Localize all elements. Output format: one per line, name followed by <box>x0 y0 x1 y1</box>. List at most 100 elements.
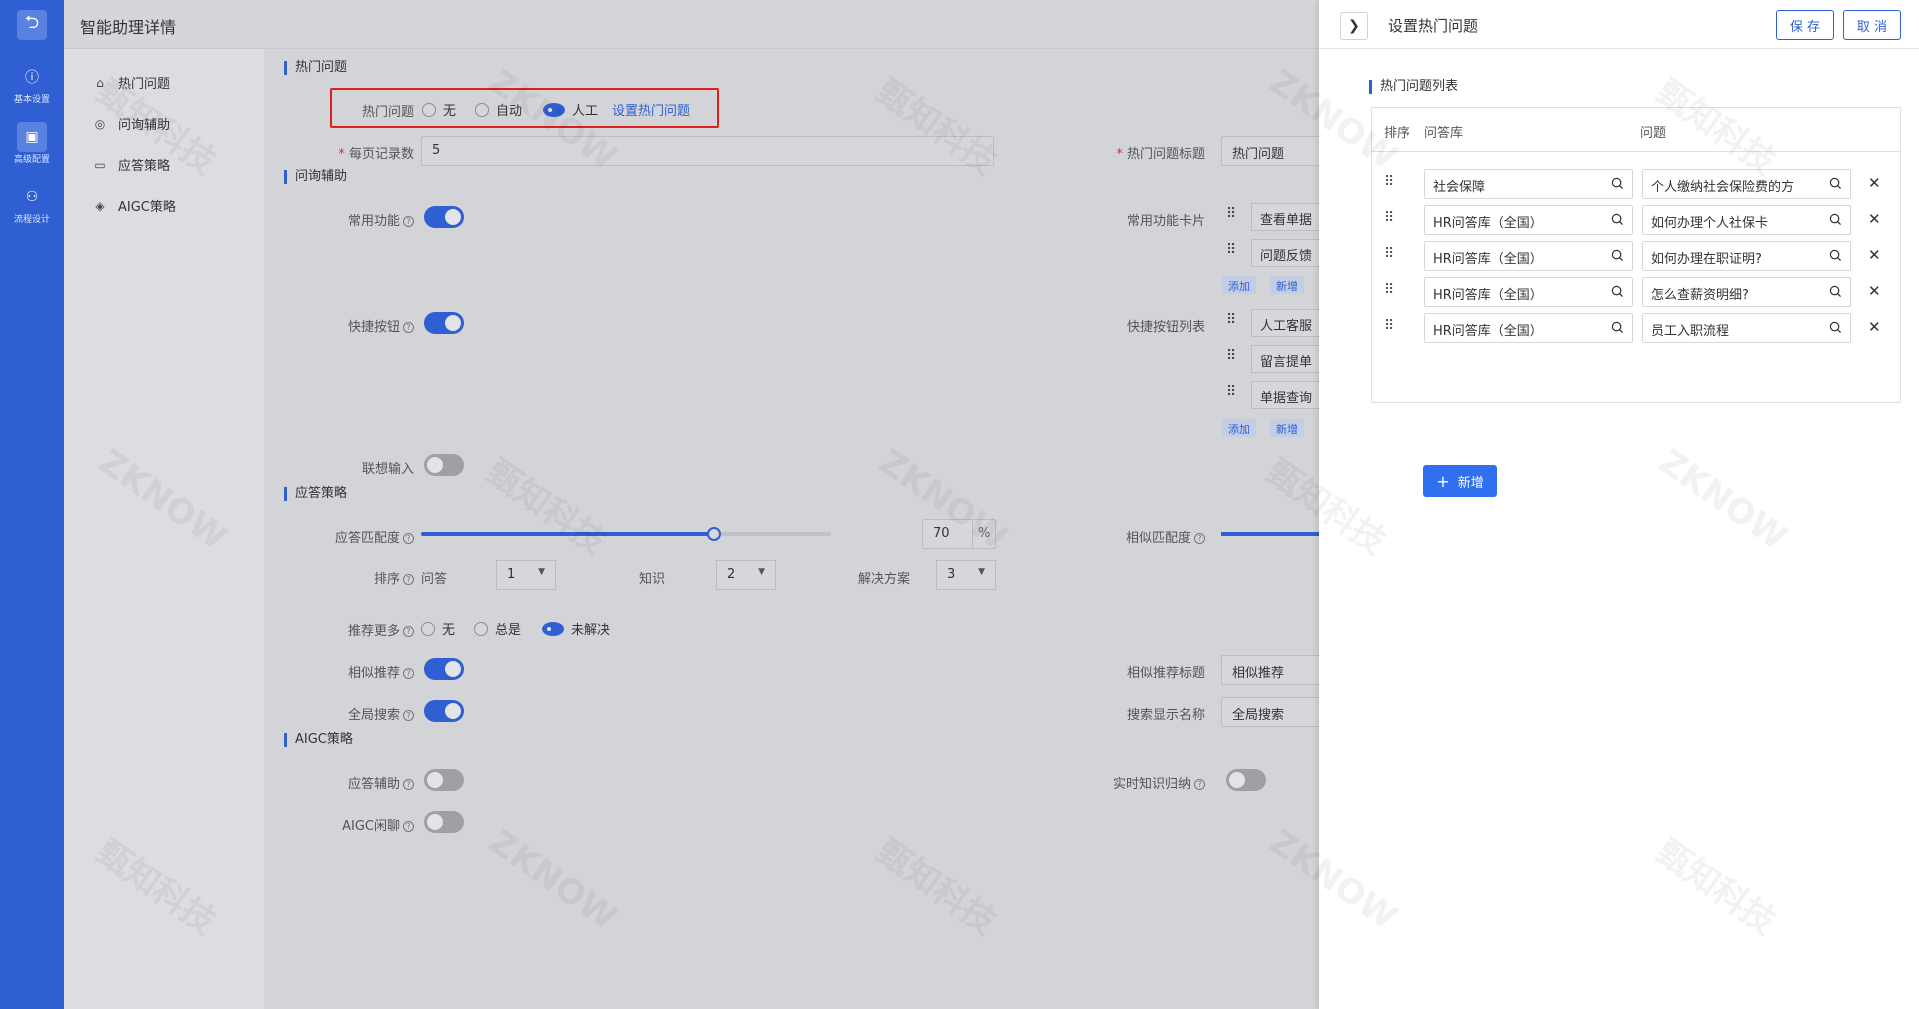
help-icon[interactable]: ? <box>403 533 414 544</box>
search-icon[interactable] <box>1829 249 1842 262</box>
toggle-knob <box>427 772 443 788</box>
subnav-item-aigc[interactable]: ◈ AIGC策略 <box>92 196 176 216</box>
question-select-input[interactable]: 如何办理在职证明? <box>1642 241 1851 271</box>
recommend-option-unsolved[interactable]: 未解决 <box>542 619 610 638</box>
per-page-input[interactable]: 5 <box>421 136 994 166</box>
realtime-toggle[interactable] <box>1226 769 1266 791</box>
quick-item[interactable]: 人工客服 <box>1251 309 1319 337</box>
question-select-input[interactable]: 如何办理个人社保卡 <box>1642 205 1851 235</box>
lib-select-input[interactable]: HR问答库（全国） <box>1424 277 1633 307</box>
help-icon[interactable]: ? <box>1194 779 1205 790</box>
search-icon[interactable] <box>1611 321 1624 334</box>
card-item[interactable]: 问题反馈 <box>1251 239 1319 267</box>
match-unit: % <box>972 519 996 549</box>
help-icon[interactable]: ? <box>1194 533 1205 544</box>
add-row-button[interactable]: + 新增 <box>1423 465 1497 497</box>
help-icon[interactable]: ? <box>403 322 414 333</box>
hot-title-input[interactable]: 热门问题 <box>1221 136 1319 166</box>
drag-handle-icon[interactable]: ⠿ <box>1384 174 1394 190</box>
cancel-button[interactable]: 取 消 <box>1843 10 1901 40</box>
drag-handle-icon[interactable]: ⠿ <box>1226 206 1236 222</box>
close-icon[interactable]: ✕ <box>1868 318 1881 336</box>
drag-handle-icon[interactable]: ⠿ <box>1384 246 1394 262</box>
info-icon[interactable]: ⓘ <box>17 62 47 92</box>
search-icon[interactable] <box>1829 285 1842 298</box>
nav-item-advanced-config[interactable]: 高级配置 <box>0 152 64 165</box>
lib-select-input[interactable]: HR问答库（全国） <box>1424 313 1633 343</box>
drag-handle-icon[interactable]: ⠿ <box>1384 318 1394 334</box>
toggle-knob <box>445 661 461 677</box>
nav-item-flow-design[interactable]: 流程设计 <box>0 212 64 225</box>
help-icon[interactable]: ? <box>403 779 414 790</box>
search-icon[interactable] <box>1829 177 1842 190</box>
search-icon[interactable] <box>1611 249 1624 262</box>
search-icon[interactable] <box>1611 213 1624 226</box>
quick-item[interactable]: 留言提单 <box>1251 345 1319 373</box>
quick-add-button[interactable]: 添加 <box>1222 419 1256 437</box>
cards-add-button[interactable]: 添加 <box>1222 276 1256 294</box>
subnav-label: 热门问题 <box>118 77 171 92</box>
lib-select-input[interactable]: HR问答库（全国） <box>1424 241 1633 271</box>
drag-handle-icon[interactable]: ⠿ <box>1384 210 1394 226</box>
help-icon[interactable]: ? <box>403 821 414 832</box>
lib-select-input[interactable]: HR问答库（全国） <box>1424 205 1633 235</box>
assoc-toggle[interactable] <box>424 454 464 476</box>
subnav-item-reply[interactable]: ▭ 应答策略 <box>92 155 170 175</box>
common-toggle[interactable] <box>424 206 464 228</box>
quick-item[interactable]: 单据查询 <box>1251 381 1319 409</box>
search-toggle[interactable] <box>424 700 464 722</box>
section-aigc: AIGC策略 <box>284 733 353 747</box>
search-icon[interactable] <box>1829 213 1842 226</box>
subnav-item-assist[interactable]: ◎ 问询辅助 <box>92 114 170 134</box>
help-icon[interactable]: ? <box>403 216 414 227</box>
similar-match-slider[interactable] <box>1221 532 1319 536</box>
caret-down-icon: ▼ <box>758 567 765 577</box>
question-select-input[interactable]: 员工入职流程 <box>1642 313 1851 343</box>
help-icon[interactable]: ? <box>403 710 414 721</box>
subnav-item-hot[interactable]: ⌂ 热门问题 <box>92 73 171 93</box>
match-value-input[interactable]: 70 <box>922 519 974 549</box>
sort-solution-select[interactable]: 3 ▼ <box>936 560 996 590</box>
help-icon[interactable]: ? <box>403 574 414 585</box>
search-icon[interactable] <box>1611 285 1624 298</box>
aigc-assist-toggle[interactable] <box>424 769 464 791</box>
recommend-option-always[interactable]: 总是 <box>474 619 521 638</box>
close-icon[interactable]: ✕ <box>1868 174 1881 192</box>
search-icon[interactable] <box>1611 177 1624 190</box>
match-slider-handle[interactable] <box>707 527 721 541</box>
card-item[interactable]: 查看单据 <box>1251 203 1319 231</box>
similar-toggle[interactable] <box>424 658 464 680</box>
drag-handle-icon[interactable]: ⠿ <box>1384 282 1394 298</box>
close-icon[interactable]: ✕ <box>1868 210 1881 228</box>
nav-item-basic-settings[interactable]: 基本设置 <box>0 92 64 105</box>
question-select-input[interactable]: 怎么查薪资明细? <box>1642 277 1851 307</box>
help-icon[interactable]: ? <box>403 626 414 637</box>
close-icon[interactable]: ✕ <box>1868 246 1881 264</box>
flow-icon[interactable]: ⚇ <box>17 182 47 212</box>
drag-handle-icon[interactable]: ⠿ <box>1226 348 1236 364</box>
aigc-chat-toggle[interactable] <box>424 811 464 833</box>
drag-handle-icon[interactable]: ⠿ <box>1226 312 1236 328</box>
sort-qa-select[interactable]: 1 ▼ <box>496 560 556 590</box>
config-icon[interactable]: ▣ <box>17 122 47 152</box>
undo-icon[interactable]: ⮌ <box>17 10 47 40</box>
aigc-chat-label: AIGC闲聊? <box>294 815 414 834</box>
chevron-right-icon[interactable]: ❯ <box>1340 12 1368 40</box>
help-icon[interactable]: ? <box>403 668 414 679</box>
cards-label: 常用功能卡片 <box>1126 214 1205 229</box>
sort-knowledge-select[interactable]: 2 ▼ <box>716 560 776 590</box>
recommend-option-none[interactable]: 无 <box>421 619 455 638</box>
quick-toggle[interactable] <box>424 312 464 334</box>
match-slider[interactable] <box>421 527 831 541</box>
similar-title-input[interactable]: 相似推荐 <box>1221 655 1319 685</box>
question-select-input[interactable]: 个人缴纳社会保险费的方 <box>1642 169 1851 199</box>
search-name-input[interactable]: 全局搜索 <box>1221 697 1319 727</box>
save-button[interactable]: 保 存 <box>1776 10 1834 40</box>
search-icon[interactable] <box>1829 321 1842 334</box>
cards-new-button[interactable]: 新增 <box>1270 276 1304 294</box>
quick-new-button[interactable]: 新增 <box>1270 419 1304 437</box>
drag-handle-icon[interactable]: ⠿ <box>1226 242 1236 258</box>
drag-handle-icon[interactable]: ⠿ <box>1226 384 1236 400</box>
close-icon[interactable]: ✕ <box>1868 282 1881 300</box>
lib-select-input[interactable]: 社会保障 <box>1424 169 1633 199</box>
